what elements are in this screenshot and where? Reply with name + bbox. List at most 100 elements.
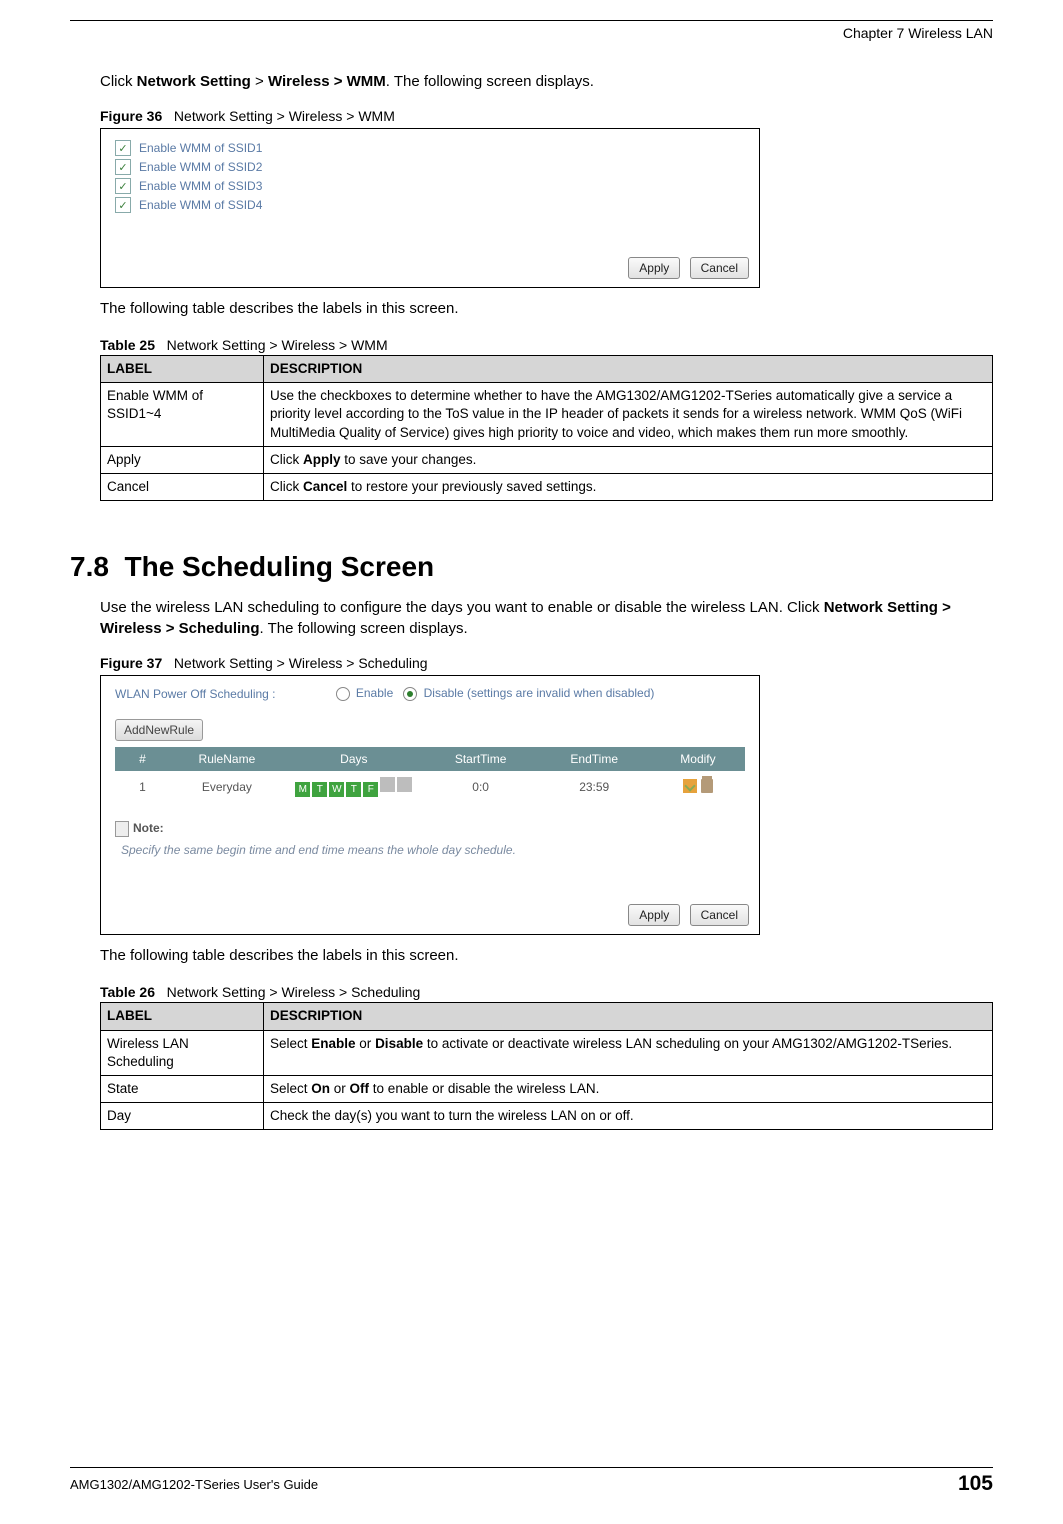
text: to restore your previously saved setting…: [347, 479, 596, 494]
checkbox-label: Enable WMM of SSID3: [139, 179, 262, 193]
cell-desc: Use the checkboxes to determine whether …: [264, 383, 993, 447]
th-start: StartTime: [424, 747, 538, 771]
checkbox-label: Enable WMM of SSID1: [139, 141, 262, 155]
text: Select: [270, 1036, 311, 1051]
note-icon: [115, 821, 129, 837]
cancel-button[interactable]: Cancel: [690, 904, 749, 926]
text: to enable or disable the wireless LAN.: [369, 1081, 599, 1096]
th-label: LABEL: [101, 356, 264, 383]
text: Click: [100, 73, 137, 90]
th-description: DESCRIPTION: [264, 1003, 993, 1030]
day-chip: M: [295, 782, 310, 797]
cell-days: MTWTF: [284, 771, 424, 803]
cell-desc: Click Cancel to restore your previously …: [264, 474, 993, 501]
page-number: 105: [958, 1472, 993, 1496]
table-row: Day Check the day(s) you want to turn th…: [101, 1103, 993, 1130]
figure37-caption: Figure 37 Network Setting > Wireless > S…: [100, 655, 993, 671]
wmm-intro: Click Network Setting > Wireless > WMM. …: [100, 71, 993, 92]
table-title: Network Setting > Wireless > WMM: [167, 337, 388, 353]
cell-desc: Check the day(s) you want to turn the wi…: [264, 1103, 993, 1130]
table26-caption: Table 26 Network Setting > Wireless > Sc…: [100, 984, 993, 1000]
text-bold: Cancel: [303, 479, 347, 494]
edit-icon[interactable]: [683, 779, 697, 793]
day-chip: W: [329, 782, 344, 797]
day-chip: [380, 777, 395, 792]
table25: LABEL DESCRIPTION Enable WMM of SSID1~4 …: [100, 355, 993, 501]
cell-start: 0:0: [424, 771, 538, 803]
checkbox-icon[interactable]: ✓: [115, 140, 131, 156]
delete-icon[interactable]: [701, 779, 713, 793]
note-block: Note: Specify the same begin time and en…: [115, 821, 745, 857]
cell-label: Cancel: [101, 474, 264, 501]
checkbox-label: Enable WMM of SSID4: [139, 198, 262, 212]
radio-disable[interactable]: [403, 687, 417, 701]
wmm-checkbox-row: ✓ Enable WMM of SSID2: [115, 159, 745, 175]
apply-button[interactable]: Apply: [628, 257, 680, 279]
text: Click: [270, 479, 303, 494]
cell-label: Day: [101, 1103, 264, 1130]
figure-label: Figure 37: [100, 655, 162, 671]
cell-label: State: [101, 1075, 264, 1102]
radio-enable[interactable]: [336, 687, 350, 701]
text-bold: On: [311, 1081, 330, 1096]
day-chip: F: [363, 782, 378, 797]
text: or: [330, 1081, 350, 1096]
section-number: 7.8: [70, 551, 109, 582]
table-row: State Select On or Off to enable or disa…: [101, 1075, 993, 1102]
table-row: Apply Click Apply to save your changes.: [101, 446, 993, 473]
table26: LABEL DESCRIPTION Wireless LAN Schedulin…: [100, 1002, 993, 1130]
checkbox-label: Enable WMM of SSID2: [139, 160, 262, 174]
scheduling-intro: Use the wireless LAN scheduling to confi…: [100, 597, 993, 639]
table-row: Cancel Click Cancel to restore your prev…: [101, 474, 993, 501]
checkbox-icon[interactable]: ✓: [115, 159, 131, 175]
add-new-rule-button[interactable]: AddNewRule: [115, 719, 203, 741]
apply-button[interactable]: Apply: [628, 904, 680, 926]
text: Click: [270, 452, 303, 467]
figure37-screenshot: WLAN Power Off Scheduling : Enable Disab…: [100, 675, 760, 935]
cell-label: Apply: [101, 446, 264, 473]
cell-desc: Select Enable or Disable to activate or …: [264, 1030, 993, 1075]
radio-label: Enable: [356, 686, 393, 700]
day-chip: [397, 777, 412, 792]
table-label: Table 25: [100, 337, 155, 353]
table25-intro: The following table describes the labels…: [100, 298, 993, 319]
cancel-button[interactable]: Cancel: [690, 257, 749, 279]
th-num: #: [115, 747, 170, 771]
cell-num: 1: [115, 771, 170, 803]
checkbox-icon[interactable]: ✓: [115, 178, 131, 194]
note-title: Note:: [133, 821, 164, 835]
table-label: Table 26: [100, 984, 155, 1000]
wmm-checkbox-row: ✓ Enable WMM of SSID1: [115, 140, 745, 156]
figure36-caption: Figure 36 Network Setting > Wireless > W…: [100, 108, 993, 124]
footer-guide-name: AMG1302/AMG1202-TSeries User's Guide: [70, 1477, 318, 1492]
cell-modify: [651, 771, 745, 803]
cell-end: 23:59: [537, 771, 650, 803]
figure-title: Network Setting > Wireless > WMM: [174, 108, 395, 124]
text: >: [251, 73, 268, 90]
scheduling-rules-table: # RuleName Days StartTime EndTime Modify…: [115, 747, 745, 803]
text: Select: [270, 1081, 311, 1096]
text: to activate or deactivate wireless LAN s…: [423, 1036, 952, 1051]
wmm-checkbox-row: ✓ Enable WMM of SSID4: [115, 197, 745, 213]
chapter-header: Chapter 7 Wireless LAN: [70, 25, 993, 41]
text-bold: Disable: [375, 1036, 423, 1051]
cell-desc: Select On or Off to enable or disable th…: [264, 1075, 993, 1102]
text-bold: Enable: [311, 1036, 355, 1051]
cell-label: Wireless LAN Scheduling: [101, 1030, 264, 1075]
cell-label: Enable WMM of SSID1~4: [101, 383, 264, 447]
table25-caption: Table 25 Network Setting > Wireless > WM…: [100, 337, 993, 353]
table-title: Network Setting > Wireless > Scheduling: [167, 984, 421, 1000]
th-rulename: RuleName: [170, 747, 284, 771]
text: to save your changes.: [341, 452, 477, 467]
th-end: EndTime: [537, 747, 650, 771]
checkbox-icon[interactable]: ✓: [115, 197, 131, 213]
figure-title: Network Setting > Wireless > Scheduling: [174, 655, 428, 671]
table26-intro: The following table describes the labels…: [100, 945, 993, 966]
page-footer: AMG1302/AMG1202-TSeries User's Guide 105: [70, 1467, 993, 1496]
text-bold: Off: [350, 1081, 370, 1096]
text: . The following screen displays.: [260, 620, 468, 637]
cell-desc: Click Apply to save your changes.: [264, 446, 993, 473]
note-text: Specify the same begin time and end time…: [121, 843, 745, 857]
cell-rulename: Everyday: [170, 771, 284, 803]
table-row: Enable WMM of SSID1~4 Use the checkboxes…: [101, 383, 993, 447]
